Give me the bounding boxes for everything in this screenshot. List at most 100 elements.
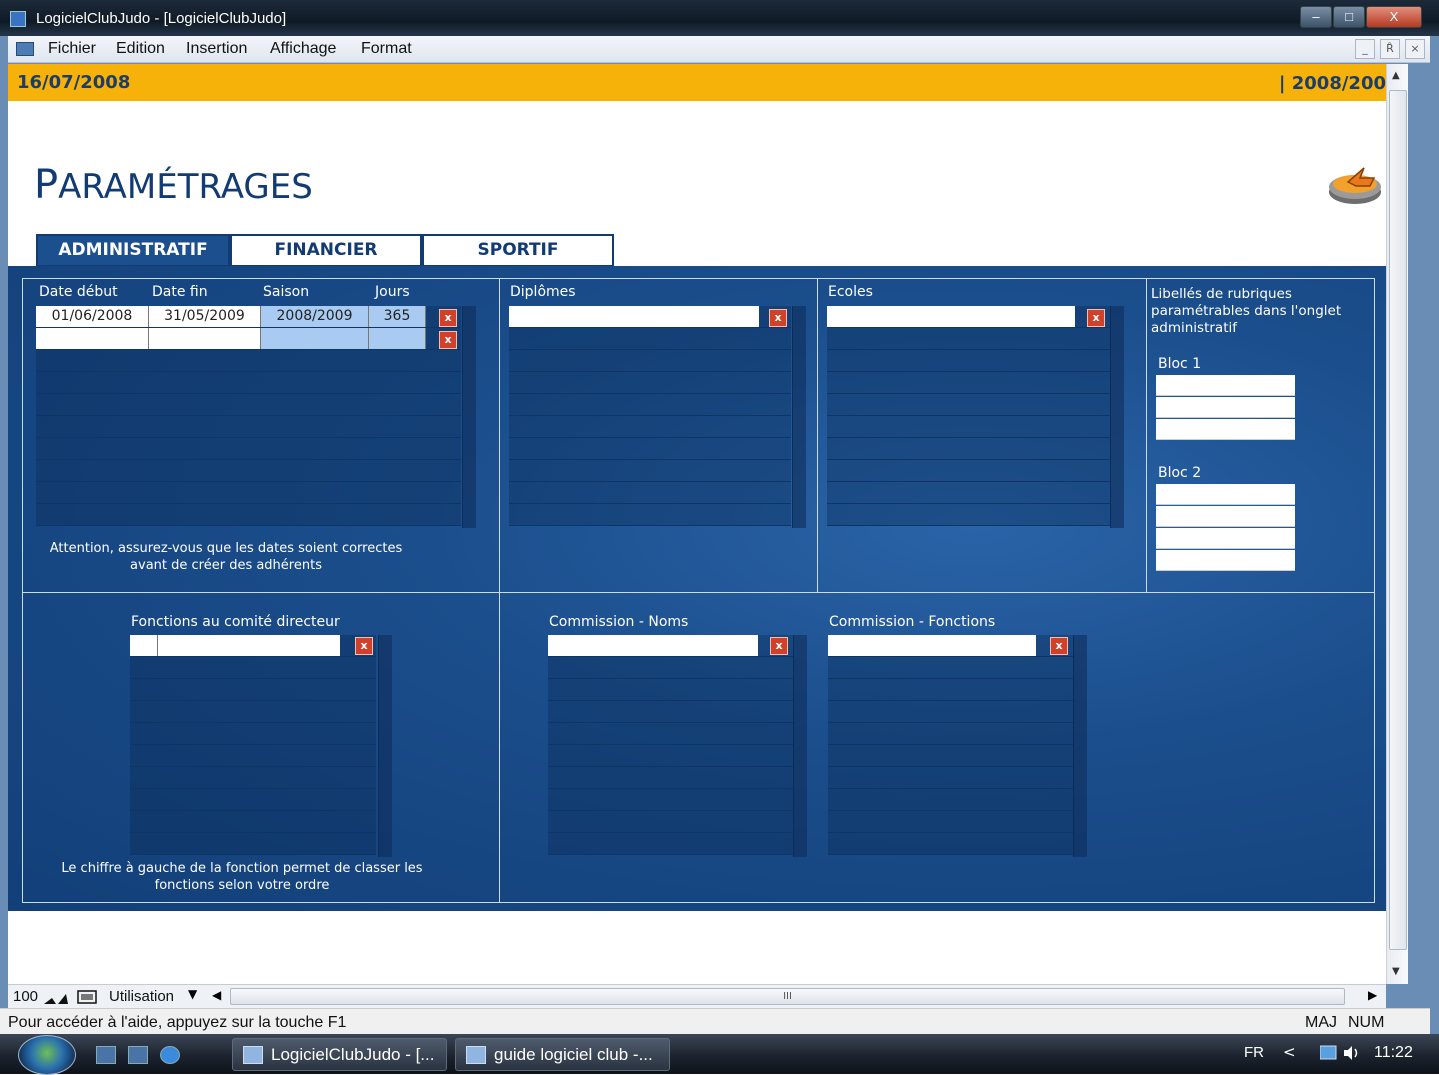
commission-noms-scrollbar[interactable] [793,635,807,857]
date-fin-cell[interactable]: 31/05/2009 [149,306,261,327]
list-item[interactable] [548,701,793,723]
list-item[interactable] [828,679,1073,701]
minimize-button[interactable]: – [1300,6,1332,28]
list-item[interactable] [509,416,791,438]
app-icon[interactable] [10,11,26,27]
bloc1-field[interactable] [1156,419,1295,440]
view-mode-icons[interactable] [44,990,100,1004]
mdi-restore-button[interactable]: Ȓ [1380,39,1400,59]
diplomes-grid[interactable] [509,306,791,528]
chevron-down-icon[interactable]: ▼ [188,987,197,1001]
date-fin-cell[interactable] [149,328,261,349]
table-row[interactable] [36,504,461,526]
list-item[interactable] [130,723,376,745]
scroll-thumb[interactable] [1389,90,1407,950]
list-item[interactable] [509,460,791,482]
list-item[interactable] [827,504,1110,526]
tray-icons[interactable] [1320,1044,1362,1062]
table-row[interactable]: 01/06/2008 31/05/2009 2008/2009 365 [36,306,461,328]
title-bar[interactable]: LogicielClubJudo - [LogicielClubJudo] – … [0,0,1439,36]
table-row[interactable] [36,394,461,416]
list-item[interactable] [827,416,1110,438]
mdi-close-button[interactable]: × [1405,39,1425,59]
table-row[interactable] [36,460,461,482]
commission-fonctions-grid[interactable] [828,635,1073,857]
list-item[interactable] [827,394,1110,416]
jours-cell[interactable]: 365 [369,306,426,327]
list-item[interactable] [828,767,1073,789]
list-item[interactable] [130,745,376,767]
list-item[interactable] [827,372,1110,394]
table-row[interactable] [36,350,461,372]
commission-fonctions-scrollbar[interactable] [1073,635,1087,857]
list-item[interactable] [130,635,376,657]
horizontal-scroll-thumb[interactable]: III [230,988,1345,1005]
scroll-right-icon[interactable]: ▶ [1368,988,1377,1002]
ecole-input[interactable] [827,306,1075,327]
ecoles-scrollbar[interactable] [1110,306,1124,528]
commission-noms-grid[interactable] [548,635,793,857]
bloc2-field[interactable] [1156,528,1295,549]
list-item[interactable] [130,789,376,811]
clock[interactable]: 11:22 [1374,1044,1413,1062]
tab-financier[interactable]: FINANCIER [230,234,422,267]
table-row[interactable] [36,438,461,460]
list-item[interactable] [548,723,793,745]
list-item[interactable] [827,482,1110,504]
internet-explorer-icon[interactable] [160,1046,180,1064]
list-item[interactable] [548,745,793,767]
list-item[interactable] [827,460,1110,482]
list-item[interactable] [828,789,1073,811]
delete-row-button[interactable]: x [1087,309,1105,327]
list-item[interactable] [548,833,793,855]
show-desktop-icon[interactable] [96,1046,116,1064]
diplome-input[interactable] [509,306,759,327]
list-item[interactable] [509,482,791,504]
menu-fichier[interactable]: Fichier [48,40,96,58]
date-debut-cell[interactable]: 01/06/2008 [36,306,149,327]
list-item[interactable] [548,635,793,657]
delete-row-button[interactable]: x [355,637,373,655]
switch-windows-icon[interactable] [128,1046,148,1064]
ecoles-grid[interactable] [827,306,1110,528]
list-item[interactable] [509,372,791,394]
seasons-scrollbar[interactable] [462,306,476,528]
list-item[interactable] [827,306,1110,328]
layout-selector[interactable]: Utilisation [109,988,174,1005]
list-item[interactable] [130,657,376,679]
commission-nom-input[interactable] [548,635,758,656]
fonctions-scrollbar[interactable] [378,635,392,857]
zoom-level[interactable]: 100 [13,988,38,1005]
fonctions-grid[interactable] [130,635,376,857]
list-item[interactable] [509,306,791,328]
list-item[interactable] [828,723,1073,745]
language-indicator[interactable]: FR [1244,1044,1264,1061]
bloc2-field[interactable] [1156,484,1295,505]
fonction-name-input[interactable] [158,635,340,656]
table-row[interactable] [36,328,461,350]
exit-icon[interactable] [1326,162,1384,206]
list-item[interactable] [827,438,1110,460]
list-item[interactable] [548,657,793,679]
seasons-grid[interactable]: 01/06/2008 31/05/2009 2008/2009 365 [36,306,461,528]
list-item[interactable] [509,438,791,460]
bloc1-field[interactable] [1156,397,1295,418]
list-item[interactable] [130,811,376,833]
list-item[interactable] [827,328,1110,350]
list-item[interactable] [509,394,791,416]
table-row[interactable] [36,416,461,438]
list-item[interactable] [828,745,1073,767]
tab-administratif[interactable]: ADMINISTRATIF [36,234,230,267]
close-button[interactable]: X [1366,6,1422,28]
fonction-order-input[interactable] [130,635,158,656]
menu-edition[interactable]: Edition [116,40,165,58]
diplomes-scrollbar[interactable] [792,306,806,528]
list-item[interactable] [130,701,376,723]
list-item[interactable] [828,635,1073,657]
list-item[interactable] [828,811,1073,833]
commission-fonction-input[interactable] [828,635,1036,656]
list-item[interactable] [509,504,791,526]
jours-cell[interactable] [369,328,426,349]
list-item[interactable] [548,789,793,811]
date-debut-cell[interactable] [36,328,149,349]
